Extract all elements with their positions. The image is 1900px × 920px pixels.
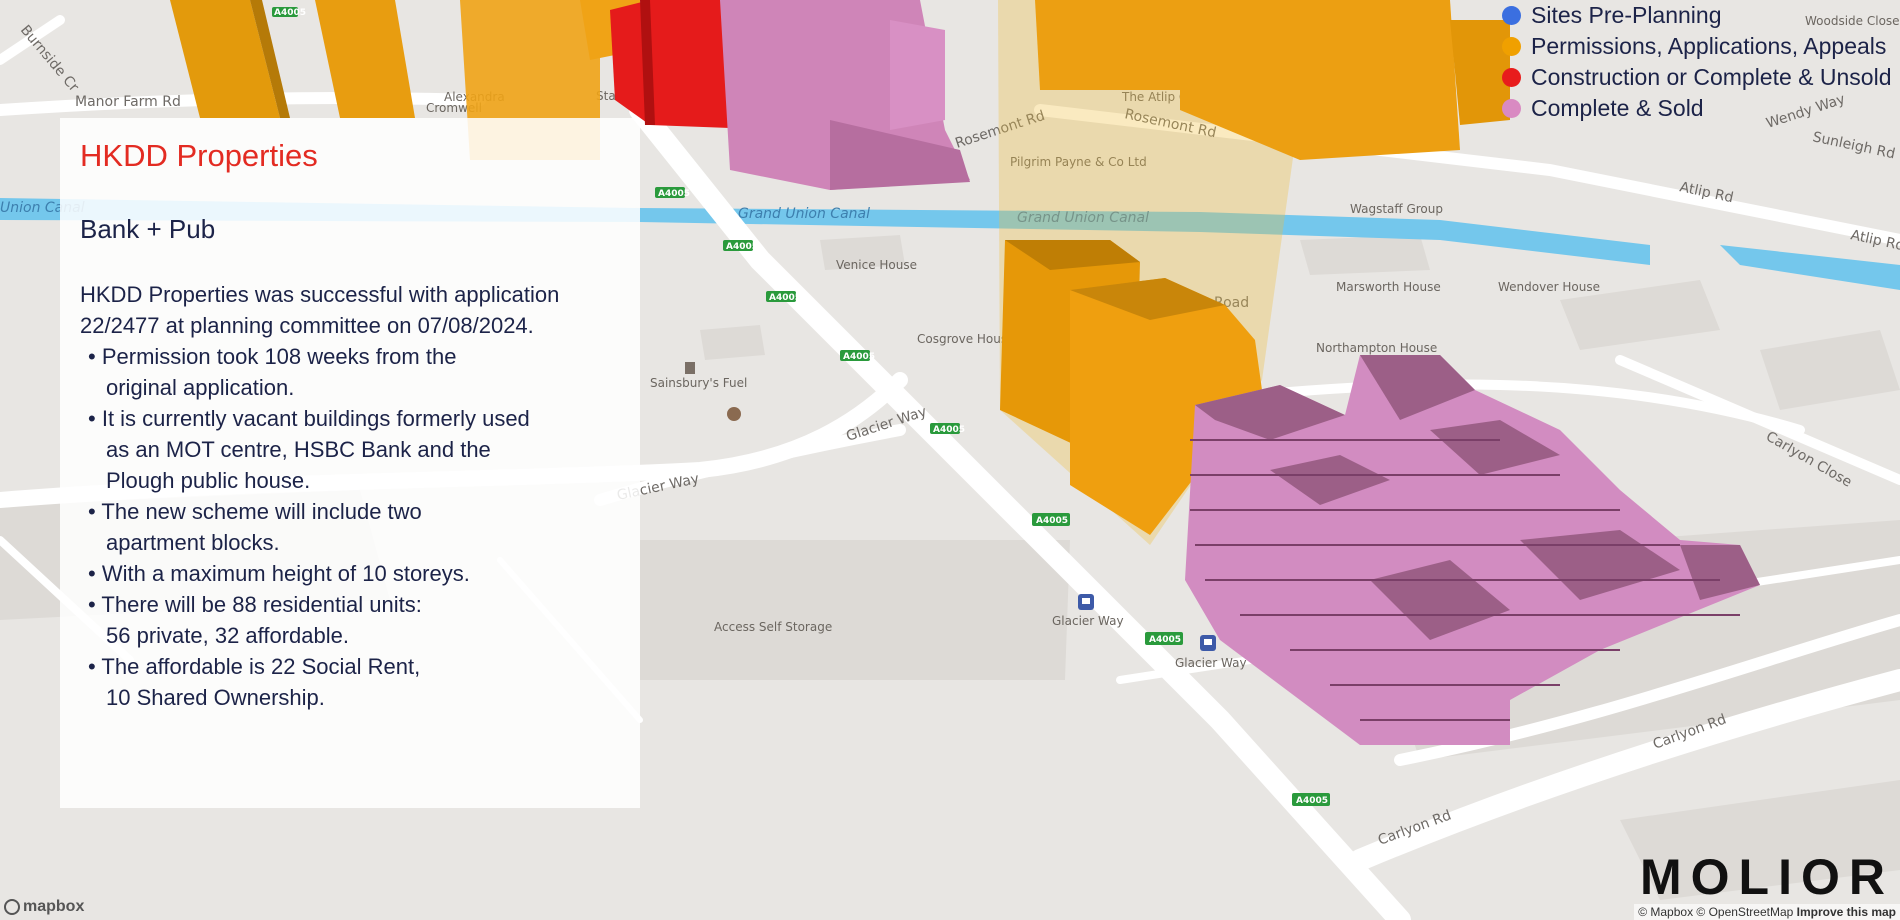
legend-item-complete-sold[interactable]: Complete & Sold <box>1502 93 1900 124</box>
bus-stop-icon <box>1200 635 1216 651</box>
legend-item-permissions[interactable]: Permissions, Applications, Appeals <box>1502 31 1900 62</box>
road-manor-farm: Manor Farm Rd <box>75 94 181 110</box>
legend-label: Complete & Sold <box>1531 95 1704 121</box>
canal-label-1: Grand Union Canal <box>738 206 870 222</box>
map-attribution: © Mapbox © OpenStreetMap Improve this ma… <box>1634 904 1900 920</box>
label-glacier-stop-2: Glacier Way <box>1175 656 1247 670</box>
mapbox-icon <box>4 899 20 915</box>
legend-label: Sites Pre-Planning <box>1531 2 1722 28</box>
legend-label: Permissions, Applications, Appeals <box>1531 33 1887 59</box>
improve-map-link[interactable]: Improve this map <box>1797 905 1896 919</box>
panel-subtitle: Bank + Pub <box>80 214 216 244</box>
panel-intro: HKDD Properties was successful with appl… <box>80 279 620 341</box>
panel-intro-line-2: 22/2477 at planning committee on 07/08/2… <box>80 313 534 338</box>
svg-text:A4005: A4005 <box>1149 635 1181 645</box>
legend-dot-icon <box>1502 6 1521 25</box>
label-access: Access Self Storage <box>714 620 832 634</box>
bullet-item: The new scheme will include twoapartment… <box>80 496 620 558</box>
label-wagstaff: Wagstaff Group <box>1350 202 1443 216</box>
svg-text:A4005: A4005 <box>933 425 965 435</box>
svg-text:A4005: A4005 <box>769 293 801 303</box>
bullet-item: Permission took 108 weeks from theorigin… <box>80 341 620 403</box>
label-glacier-stop-1: Glacier Way <box>1052 614 1124 628</box>
bullet-item: The affordable is 22 Social Rent,10 Shar… <box>80 651 620 713</box>
svg-text:A4005: A4005 <box>843 352 875 362</box>
legend-dot-icon <box>1502 37 1521 56</box>
mapbox-logo[interactable]: mapbox <box>4 898 84 916</box>
legend-dot-icon <box>1502 68 1521 87</box>
label-wendover: Wendover House <box>1498 280 1600 294</box>
legend-dot-icon <box>1502 99 1521 118</box>
legend-item-construction[interactable]: Construction or Complete & Unsold <box>1502 62 1900 93</box>
legend-label: Construction or Complete & Unsold <box>1531 64 1892 90</box>
bullet-item: With a maximum height of 10 storeys. <box>80 558 620 589</box>
building-complete-sold <box>720 0 970 190</box>
attribution-text[interactable]: © Mapbox © OpenStreetMap <box>1638 905 1793 919</box>
info-panel: HKDD Properties Bank + Pub HKDD Properti… <box>60 118 640 808</box>
label-northampton: Northampton House <box>1316 341 1437 355</box>
svg-text:A4005: A4005 <box>726 242 758 252</box>
map-legend: Sites Pre-Planning Permissions, Applicat… <box>1502 0 1900 124</box>
panel-intro-line-1: HKDD Properties was successful with appl… <box>80 282 560 307</box>
molior-logo: MOLIOR <box>1640 849 1894 905</box>
shop-icon <box>727 407 741 421</box>
bullet-item: It is currently vacant buildings formerl… <box>80 403 620 496</box>
building-construction <box>610 0 730 128</box>
bus-stop-icon <box>1078 594 1094 610</box>
label-sainsbury: Sainsbury's Fuel <box>650 376 747 390</box>
bullet-item: There will be 88 residential units:56 pr… <box>80 589 620 651</box>
label-marsworth: Marsworth House <box>1336 280 1441 294</box>
svg-text:A4005: A4005 <box>1036 516 1068 526</box>
svg-text:A4005: A4005 <box>274 8 306 18</box>
label-venice: Venice House <box>836 258 917 272</box>
fuel-icon <box>685 362 695 374</box>
panel-bullets: Permission took 108 weeks from theorigin… <box>80 341 620 713</box>
legend-item-pre-planning[interactable]: Sites Pre-Planning <box>1502 0 1900 31</box>
svg-text:A4005: A4005 <box>658 189 690 199</box>
svg-text:A4005: A4005 <box>1296 796 1328 806</box>
panel-title: HKDD Properties <box>80 138 318 173</box>
